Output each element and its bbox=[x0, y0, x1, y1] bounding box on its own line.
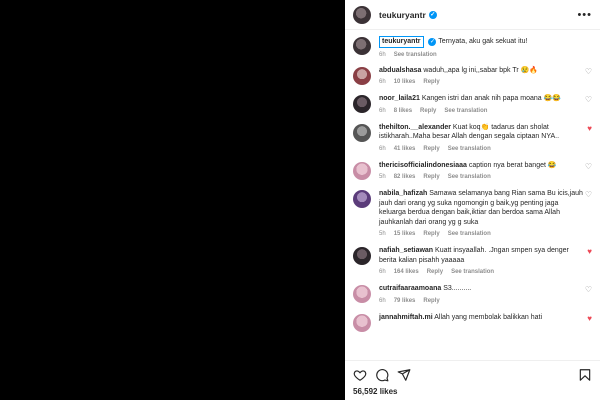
more-options-icon[interactable]: ••• bbox=[577, 9, 592, 20]
comment-liked-heart-icon[interactable]: ♥ bbox=[587, 248, 592, 256]
comment-time: 6h bbox=[379, 145, 386, 152]
comment-time: 6h bbox=[379, 297, 386, 304]
comment-avatar[interactable] bbox=[353, 123, 371, 142]
comment-reply[interactable]: Reply bbox=[420, 108, 436, 114]
comment-likes[interactable]: 41 likes bbox=[394, 146, 416, 152]
comment-item: jannahmiftah.mi Allah yang membolak bali… bbox=[345, 313, 600, 332]
comment-see-translation[interactable]: See translation bbox=[451, 269, 494, 275]
heart-icon[interactable] bbox=[353, 368, 367, 382]
comment-username[interactable]: thericisofficialindonesiaaa bbox=[379, 162, 467, 169]
comment-avatar[interactable] bbox=[353, 313, 371, 332]
comment-text: S3.......... bbox=[443, 285, 472, 292]
comment-item: thehilton.__alexander Kuat koq👏 tadarus … bbox=[345, 123, 600, 152]
comment-text: caption nya berat banget 😂 bbox=[468, 161, 557, 169]
comment-item: abdualshasa waduh,,apa lg ini,,sabar bpk… bbox=[345, 66, 600, 85]
comment-reply[interactable]: Reply bbox=[423, 174, 439, 180]
comment-text: waduh,,apa lg ini,,sabar bpk Tr 😢🔥 bbox=[423, 66, 539, 74]
comment-username[interactable]: thehilton.__alexander bbox=[379, 124, 451, 131]
comment-avatar[interactable] bbox=[353, 285, 371, 303]
post-likes-count[interactable]: 56,592 likes bbox=[353, 387, 592, 396]
comment-see-translation[interactable]: See translation bbox=[448, 146, 491, 152]
comment-avatar[interactable] bbox=[353, 66, 371, 85]
share-icon[interactable] bbox=[397, 368, 411, 382]
comment-like-heart-icon[interactable]: ♡ bbox=[585, 191, 592, 199]
comment-username[interactable]: jannahmiftah.mi bbox=[379, 314, 433, 321]
comment-item: thericisofficialindonesiaaa caption nya … bbox=[345, 161, 600, 180]
post-panel: teukuryantr ✓ ••• teukuryantr ✓ Ternyata… bbox=[345, 0, 600, 400]
comment-text: Kangen istri dan anak nih papa moana 😂😂 bbox=[421, 95, 562, 102]
comment-time: 5h bbox=[379, 174, 386, 180]
comment-avatar[interactable] bbox=[353, 190, 371, 208]
comment-icon[interactable] bbox=[375, 368, 389, 382]
comment-likes[interactable]: 79 likes bbox=[394, 298, 416, 304]
caption-avatar[interactable] bbox=[353, 37, 371, 55]
comment-time: 6h bbox=[379, 107, 386, 114]
comment-item: nabila_hafizah Samawa selamanya bang Ria… bbox=[345, 189, 600, 237]
comments-list[interactable]: teukuryantr ✓ Ternyata, aku gak sekuat i… bbox=[345, 30, 600, 360]
comment-reply[interactable]: Reply bbox=[423, 146, 439, 152]
verified-badge-icon: ✓ bbox=[428, 38, 437, 46]
caption-text: Ternyata, aku gak sekuat itu! bbox=[438, 38, 528, 45]
caption-see-translation[interactable]: See translation bbox=[394, 52, 437, 58]
comment-liked-heart-icon[interactable]: ♥ bbox=[587, 124, 592, 133]
post-footer: 56,592 likes bbox=[345, 360, 600, 400]
comment-see-translation[interactable]: See translation bbox=[444, 108, 487, 114]
comment-avatar[interactable] bbox=[353, 247, 371, 265]
comment-avatar[interactable] bbox=[353, 95, 371, 113]
comment-likes[interactable]: 15 likes bbox=[394, 231, 416, 237]
comment-likes[interactable]: 8 likes bbox=[394, 108, 412, 114]
comment-likes[interactable]: 164 likes bbox=[394, 269, 419, 275]
comment-item: noor_laila21 Kangen istri dan anak nih p… bbox=[345, 94, 600, 114]
post-header: teukuryantr ✓ ••• bbox=[345, 0, 600, 30]
comment-avatar[interactable] bbox=[353, 161, 371, 180]
comment-reply[interactable]: Reply bbox=[423, 298, 439, 304]
author-username[interactable]: teukuryantr ✓ bbox=[379, 10, 437, 20]
comment-username[interactable]: noor_laila21 bbox=[379, 95, 420, 102]
post-caption: teukuryantr ✓ Ternyata, aku gak sekuat i… bbox=[345, 36, 600, 58]
comment-like-heart-icon[interactable]: ♡ bbox=[585, 162, 592, 171]
bookmark-icon[interactable] bbox=[578, 368, 592, 382]
post-media-area bbox=[0, 0, 345, 400]
action-bar bbox=[353, 367, 592, 383]
comment-see-translation[interactable]: See translation bbox=[448, 174, 491, 180]
comment-like-heart-icon[interactable]: ♡ bbox=[585, 96, 592, 104]
caption-username[interactable]: teukuryantr bbox=[379, 36, 424, 48]
comment-see-translation[interactable]: See translation bbox=[448, 231, 491, 237]
comment-item: nafiah_setiawan Kuatt insyaallah. .Jngan… bbox=[345, 246, 600, 275]
comment-username[interactable]: nafiah_setiawan bbox=[379, 247, 433, 254]
comment-like-heart-icon[interactable]: ♡ bbox=[585, 286, 592, 294]
comment-time: 5h bbox=[379, 231, 386, 237]
comment-item: cutraifaaraamoana S3.......... 6h 79 lik… bbox=[345, 284, 600, 304]
caption-time: 6h bbox=[379, 51, 386, 58]
comment-time: 6h bbox=[379, 269, 386, 275]
comment-like-heart-icon[interactable]: ♡ bbox=[585, 67, 592, 76]
comment-text: Allah yang membolak balikkan hati bbox=[434, 313, 543, 321]
comment-username[interactable]: abdualshasa bbox=[379, 67, 421, 74]
comment-likes[interactable]: 10 likes bbox=[394, 79, 416, 85]
comment-time: 6h bbox=[379, 79, 386, 85]
comment-likes[interactable]: 82 likes bbox=[394, 174, 416, 180]
comment-liked-heart-icon[interactable]: ♥ bbox=[587, 314, 592, 323]
comment-reply[interactable]: Reply bbox=[423, 79, 439, 85]
comment-reply[interactable]: Reply bbox=[423, 231, 439, 237]
comment-reply[interactable]: Reply bbox=[427, 269, 443, 275]
author-username-text[interactable]: teukuryantr bbox=[379, 10, 426, 20]
comment-username[interactable]: cutraifaaraamoana bbox=[379, 285, 441, 292]
comment-username[interactable]: nabila_hafizah bbox=[379, 190, 427, 197]
author-avatar[interactable] bbox=[353, 5, 371, 24]
verified-badge-icon: ✓ bbox=[428, 10, 437, 19]
